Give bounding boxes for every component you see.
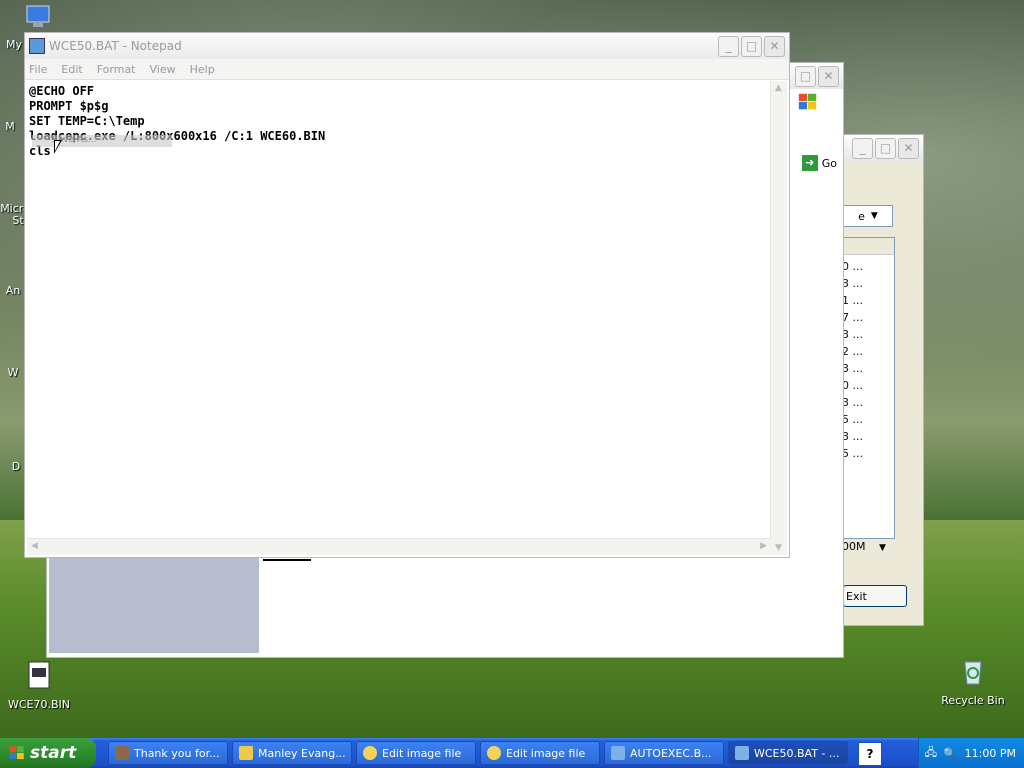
taskbar-item[interactable]: AUTOEXEC.B... xyxy=(604,741,724,765)
maximize-button[interactable]: □ xyxy=(795,65,816,87)
list-item[interactable]: 5 ... xyxy=(842,413,863,426)
close-button[interactable]: ✕ xyxy=(818,65,839,87)
list-item[interactable]: 7 ... xyxy=(842,311,863,324)
app-icon xyxy=(115,746,129,760)
text-editor[interactable]: @ECHO OFF PROMPT $p$g SET TEMP=C:\Temp l… xyxy=(27,81,771,537)
vertical-scrollbar[interactable]: ▲ ▼ xyxy=(770,81,787,555)
horizontal-scrollbar[interactable]: ◀ ▶ xyxy=(27,538,771,555)
menu-bar: File Edit Format View Help xyxy=(25,59,789,80)
list-item[interactable]: 1 ... xyxy=(842,294,863,307)
partial-desktop-label: M xyxy=(5,120,15,133)
list-item[interactable]: 0 ... xyxy=(842,260,863,273)
scroll-left-icon[interactable]: ◀ xyxy=(31,541,38,551)
scroll-down-icon[interactable]: ▼ xyxy=(775,543,782,553)
windows-logo-icon xyxy=(797,91,821,113)
list-item[interactable]: 3 ... xyxy=(842,396,863,409)
text-line: @ECHO OFF xyxy=(29,84,95,98)
list-item[interactable]: 3 ... xyxy=(842,430,863,443)
minimize-button[interactable]: _ xyxy=(852,137,873,159)
desktop-icon-label: WCE70.BIN xyxy=(7,698,71,711)
start-button[interactable]: start xyxy=(0,738,96,768)
menu-help[interactable]: Help xyxy=(190,63,215,76)
system-tray: 🖧 🔍 11:00 PM xyxy=(918,738,1024,768)
desktop-icon-label: Recycle Bin xyxy=(941,694,1005,707)
list-item[interactable]: 2 ... xyxy=(842,345,863,358)
taskbar-item-active[interactable]: WCE50.BAT - ... xyxy=(728,741,848,765)
scroll-right-icon[interactable]: ▶ xyxy=(760,541,767,551)
window-title: WCE50.BAT - Notepad xyxy=(49,39,182,53)
divider xyxy=(263,559,311,561)
clock[interactable]: 11:00 PM xyxy=(965,747,1016,760)
text-line: SET TEMP=C:\Temp xyxy=(29,114,145,128)
dropdown-value: e xyxy=(858,209,865,223)
notepad-icon xyxy=(611,746,625,760)
notepad-icon xyxy=(29,38,45,54)
menu-edit[interactable]: Edit xyxy=(61,63,82,76)
notepad-titlebar[interactable]: WCE50.BAT - Notepad _ □ ✕ xyxy=(25,33,789,59)
window-titlebar[interactable]: _ □ ✕ xyxy=(843,135,923,161)
disc-icon xyxy=(487,746,501,760)
menu-view[interactable]: View xyxy=(150,63,176,76)
taskbar-item[interactable]: Edit image file xyxy=(356,741,476,765)
file-icon xyxy=(28,661,50,689)
windows-logo-icon xyxy=(9,746,24,759)
list-item[interactable]: 3 ... xyxy=(842,328,863,341)
chevron-down-icon: ▼ xyxy=(879,543,886,553)
notepad-icon xyxy=(735,746,749,760)
close-button[interactable]: ✕ xyxy=(764,35,785,57)
partial-desktop-label: W xyxy=(7,366,19,379)
help-icon[interactable]: ? xyxy=(858,742,882,766)
mouse-cursor-icon xyxy=(54,140,62,154)
search-icon[interactable]: 🔍 xyxy=(943,747,957,760)
partial-desktop-label: An xyxy=(5,284,21,297)
arrow-right-icon: ➜ xyxy=(801,155,818,171)
menu-file[interactable]: File xyxy=(29,63,47,76)
minimize-button[interactable]: _ xyxy=(718,35,739,57)
list-item[interactable]: 3 ... xyxy=(842,362,863,375)
text-line: PROMPT $p$g xyxy=(29,99,109,113)
maximize-button[interactable]: □ xyxy=(741,35,762,57)
menu-format[interactable]: Format xyxy=(97,63,136,76)
desktop-icon-label: My xyxy=(6,38,23,51)
scroll-up-icon[interactable]: ▲ xyxy=(775,83,782,93)
notepad-window[interactable]: WCE50.BAT - Notepad _ □ ✕ File Edit Form… xyxy=(24,32,790,558)
list-header xyxy=(844,238,894,255)
size-dropdown[interactable]: 00M ▼ xyxy=(842,540,886,553)
list-item[interactable]: 5 ... xyxy=(842,447,863,460)
taskbar-item[interactable]: Manley Evang... xyxy=(232,741,352,765)
go-button[interactable]: ➜ Go xyxy=(801,155,837,171)
folder-icon xyxy=(239,746,253,760)
close-button[interactable]: ✕ xyxy=(898,137,919,159)
exit-button[interactable]: Exit xyxy=(843,585,907,607)
list-item[interactable]: 0 ... xyxy=(842,379,863,392)
desktop-icon-recycle-bin[interactable]: Recycle Bin xyxy=(936,656,1010,707)
recycle-bin-icon xyxy=(964,661,982,685)
taskbar-item[interactable]: Thank you for... xyxy=(108,741,228,765)
side-panel xyxy=(49,557,259,653)
computer-icon xyxy=(26,5,50,27)
chevron-down-icon: ▼ xyxy=(870,211,878,221)
disc-icon xyxy=(363,746,377,760)
network-icon[interactable]: 🖧 xyxy=(925,744,937,763)
taskbar-item[interactable]: Edit image file xyxy=(480,741,600,765)
partial-desktop-label: D xyxy=(11,460,21,473)
list-item[interactable]: 3 ... xyxy=(842,277,863,290)
maximize-button[interactable]: □ xyxy=(875,137,896,159)
tooltip: Save As... xyxy=(32,135,172,147)
dropdown[interactable]: e ▼ xyxy=(843,205,893,227)
desktop-icon-wce70[interactable]: WCE70.BIN xyxy=(2,660,76,711)
